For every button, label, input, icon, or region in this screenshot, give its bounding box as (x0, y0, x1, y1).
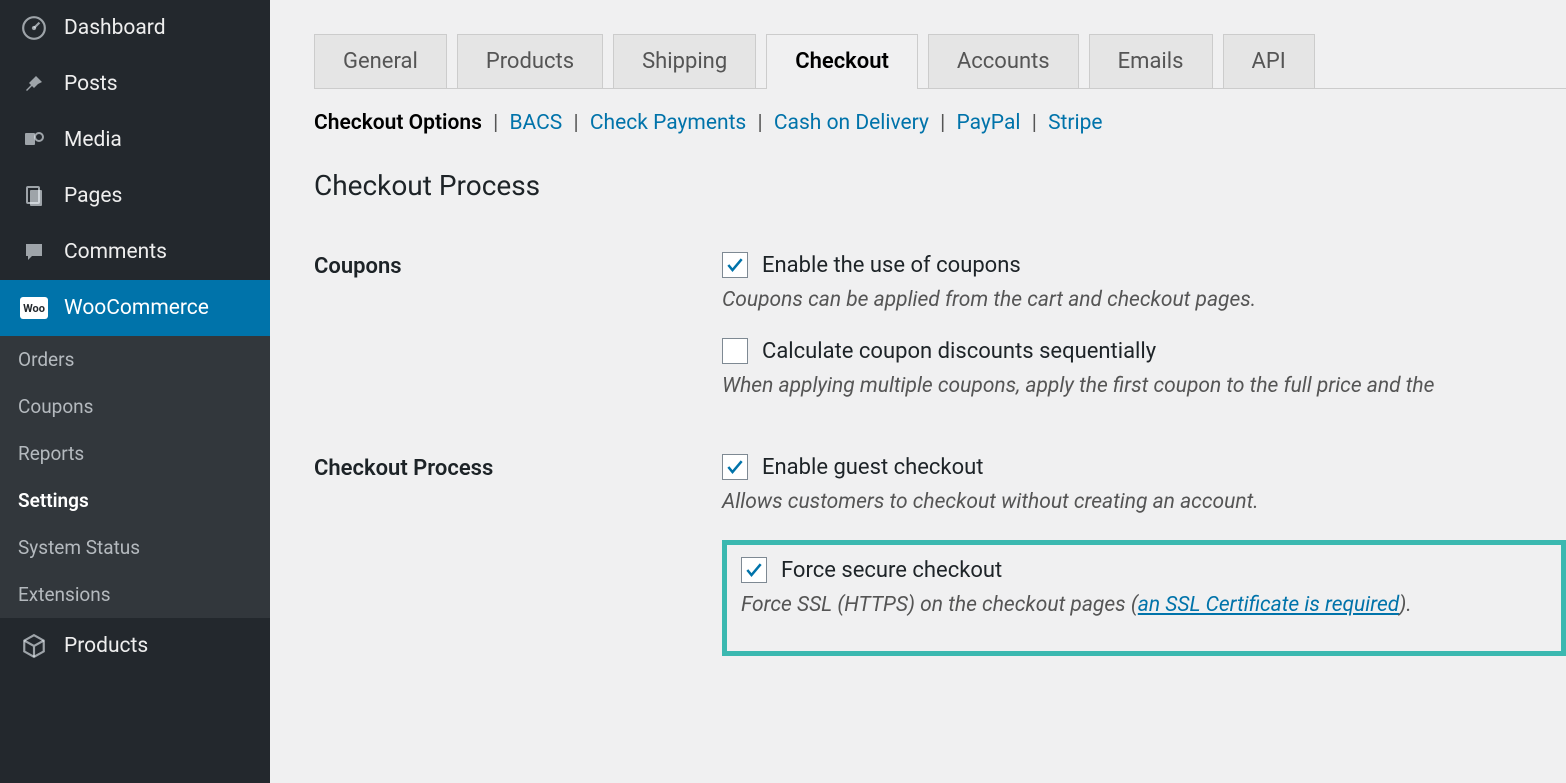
pin-icon (18, 68, 50, 100)
subnav-cash-on-delivery[interactable]: Cash on Delivery (774, 111, 929, 135)
sidebar-sub-system-status[interactable]: System Status (0, 524, 270, 571)
checkbox-force-ssl[interactable] (741, 557, 767, 583)
sidebar-item-comments[interactable]: Comments (0, 224, 270, 280)
tab-api[interactable]: API (1223, 34, 1315, 88)
tab-emails[interactable]: Emails (1089, 34, 1213, 88)
row-label-coupons: Coupons (314, 252, 722, 279)
label-enable-coupons: Enable the use of coupons (762, 253, 1021, 278)
sidebar-sub-coupons[interactable]: Coupons (0, 383, 270, 430)
sidebar-sub-settings[interactable]: Settings (0, 477, 270, 524)
checkbox-guest-checkout[interactable] (722, 454, 748, 480)
label-force-ssl: Force secure checkout (781, 558, 1002, 583)
subnav-paypal[interactable]: PayPal (956, 111, 1020, 135)
tab-general[interactable]: General (314, 34, 447, 88)
main-content: General Products Shipping Checkout Accou… (270, 0, 1566, 783)
tab-shipping[interactable]: Shipping (613, 34, 756, 88)
subnav-current[interactable]: Checkout Options (314, 111, 482, 135)
subnav-check-payments[interactable]: Check Payments (590, 111, 746, 135)
sidebar-item-label: Media (64, 128, 122, 152)
checkout-subnav: Checkout Options | BACS | Check Payments… (314, 111, 1566, 135)
sidebar-sub-extensions[interactable]: Extensions (0, 571, 270, 618)
sidebar-item-pages[interactable]: Pages (0, 168, 270, 224)
label-sequential-coupons: Calculate coupon discounts sequentially (762, 339, 1156, 364)
sidebar-item-label: Posts (64, 72, 118, 96)
sidebar-item-posts[interactable]: Posts (0, 56, 270, 112)
tab-products[interactable]: Products (457, 34, 603, 88)
sidebar-item-label: Products (64, 634, 148, 658)
sidebar-item-dashboard[interactable]: Dashboard (0, 0, 270, 56)
subnav-bacs[interactable]: BACS (509, 111, 562, 135)
highlight-force-ssl: Force secure checkout Force SSL (HTTPS) … (722, 540, 1566, 656)
sidebar-item-label: Pages (64, 184, 122, 208)
sidebar-item-label: Dashboard (64, 16, 166, 40)
section-heading: Checkout Process (314, 169, 1566, 202)
sidebar-sub-orders[interactable]: Orders (0, 336, 270, 383)
desc-force-ssl: Force SSL (HTTPS) on the checkout pages … (741, 593, 1547, 617)
desc-sequential-coupons: When applying multiple coupons, apply th… (722, 374, 1566, 398)
desc-enable-coupons: Coupons can be applied from the cart and… (722, 288, 1566, 312)
sidebar-item-woocommerce[interactable]: Woo WooCommerce (0, 280, 270, 336)
sidebar-sub-reports[interactable]: Reports (0, 430, 270, 477)
sidebar-item-label: Comments (64, 240, 167, 264)
pages-icon (18, 180, 50, 212)
checkbox-enable-coupons[interactable] (722, 252, 748, 278)
checkbox-sequential-coupons[interactable] (722, 338, 748, 364)
row-label-checkout-process: Checkout Process (314, 454, 722, 481)
products-icon (18, 630, 50, 662)
tab-accounts[interactable]: Accounts (928, 34, 1079, 88)
desc-guest-checkout: Allows customers to checkout without cre… (722, 490, 1566, 514)
settings-tabs: General Products Shipping Checkout Accou… (314, 34, 1566, 89)
tab-checkout[interactable]: Checkout (766, 34, 918, 88)
subnav-stripe[interactable]: Stripe (1048, 111, 1103, 135)
woo-icon: Woo (18, 292, 50, 324)
comments-icon (18, 236, 50, 268)
sidebar-item-media[interactable]: Media (0, 112, 270, 168)
dashboard-icon (18, 12, 50, 44)
media-icon (18, 124, 50, 156)
sidebar-item-products[interactable]: Products (0, 618, 270, 674)
label-guest-checkout: Enable guest checkout (762, 455, 983, 480)
admin-sidebar: Dashboard Posts Media Pages Comments Woo… (0, 0, 270, 783)
link-ssl-required[interactable]: an SSL Certificate is required (1138, 593, 1399, 617)
sidebar-item-label: WooCommerce (64, 296, 209, 320)
